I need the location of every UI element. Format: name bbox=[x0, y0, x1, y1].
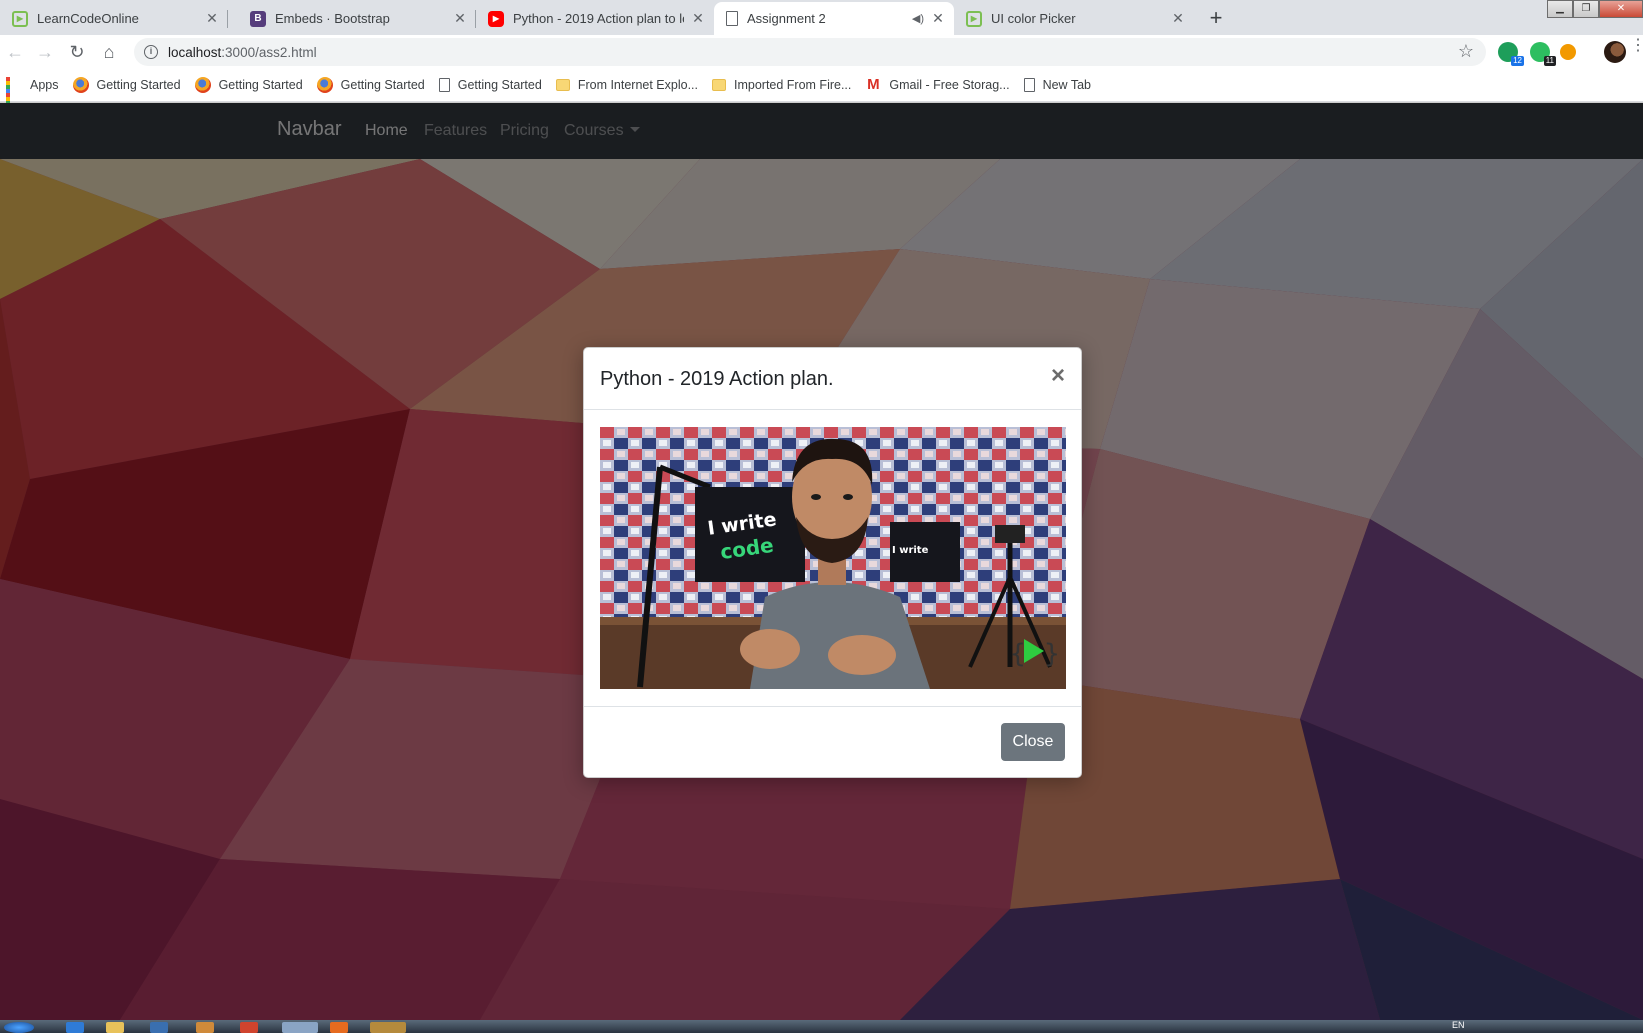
window-close-icon[interactable]: ✕ bbox=[1599, 0, 1643, 18]
minimize-icon[interactable]: ▁ bbox=[1547, 0, 1573, 18]
gmail-icon: M bbox=[867, 76, 880, 93]
tab-python-video[interactable]: ▶ Python - 2019 Action plan to lear ✕ bbox=[476, 2, 714, 35]
close-tab-icon[interactable]: ✕ bbox=[1170, 10, 1186, 27]
page-icon bbox=[438, 78, 450, 92]
learncodeonline-icon: ▶ bbox=[12, 10, 28, 27]
thumbnail-text-3: I write bbox=[892, 545, 929, 556]
bookmark-getting-started[interactable]: Getting Started bbox=[72, 77, 181, 93]
close-icon[interactable]: × bbox=[1051, 364, 1065, 388]
firefox-icon bbox=[194, 77, 211, 93]
key-extension-icon[interactable] bbox=[1560, 44, 1576, 60]
bookmark-star-icon[interactable]: ☆ bbox=[1458, 41, 1474, 62]
new-tab-button[interactable]: + bbox=[1202, 4, 1230, 32]
site-info-icon[interactable]: i bbox=[144, 45, 158, 59]
tab-title: Embeds · Bootstrap bbox=[275, 11, 390, 26]
start-orb-icon[interactable] bbox=[4, 1022, 34, 1033]
ie-taskbar-icon[interactable] bbox=[66, 1022, 84, 1033]
forward-arrow-icon[interactable]: → bbox=[32, 39, 58, 65]
app-taskbar-icon[interactable] bbox=[150, 1022, 168, 1033]
bookmark-apps[interactable]: Apps bbox=[6, 77, 59, 113]
apps-grid-icon bbox=[6, 77, 22, 113]
modal-footer: Close bbox=[584, 706, 1081, 779]
chrome-taskbar-icon[interactable] bbox=[282, 1022, 318, 1033]
reload-icon[interactable]: ↻ bbox=[64, 39, 90, 65]
tab-title: Assignment 2 bbox=[747, 11, 826, 26]
bookmark-getting-started[interactable]: Getting Started bbox=[194, 77, 303, 93]
home-icon[interactable]: ⌂ bbox=[96, 39, 122, 65]
profile-avatar[interactable] bbox=[1604, 41, 1626, 63]
tab-bootstrap-embeds[interactable]: B Embeds · Bootstrap ✕ bbox=[238, 2, 476, 35]
folder-icon bbox=[712, 79, 726, 91]
firefox-taskbar-icon[interactable] bbox=[330, 1022, 348, 1033]
explorer-taskbar-icon[interactable] bbox=[106, 1022, 124, 1033]
svg-text:}: } bbox=[1044, 639, 1060, 669]
kebab-menu-icon[interactable]: ⋮ bbox=[1630, 38, 1643, 54]
maximize-icon[interactable]: ❐ bbox=[1573, 0, 1599, 18]
browser-toolbar: ← → ↻ ⌂ i localhost:3000/ass2.html ☆ 12 … bbox=[0, 35, 1643, 69]
os-taskbar: EN bbox=[0, 1020, 1643, 1033]
close-tab-icon[interactable]: ✕ bbox=[452, 10, 468, 27]
close-tab-icon[interactable]: ✕ bbox=[930, 10, 946, 27]
bookmark-folder-firefox[interactable]: Imported From Fire... bbox=[712, 78, 851, 92]
modal-header: Python - 2019 Action plan. × bbox=[584, 348, 1081, 410]
video-thumbnail: I write code I write {} bbox=[600, 427, 1066, 689]
tab-title: Python - 2019 Action plan to lear bbox=[513, 11, 684, 26]
learncodeonline-icon: ▶ bbox=[966, 10, 982, 27]
close-tab-icon[interactable]: ✕ bbox=[204, 10, 220, 27]
app-taskbar-icon[interactable] bbox=[196, 1022, 214, 1033]
close-button[interactable]: Close bbox=[1001, 723, 1065, 761]
tab-learncodeonline[interactable]: ▶ LearnCodeOnline ✕ bbox=[0, 2, 228, 35]
window-controls: ▁ ❐ ✕ bbox=[1547, 0, 1643, 20]
bookmark-new-tab[interactable]: New Tab bbox=[1023, 78, 1091, 92]
tab-ui-color-picker[interactable]: ▶ UI color Picker ✕ bbox=[954, 2, 1194, 35]
folder-icon bbox=[555, 79, 570, 91]
url-text[interactable]: localhost:3000/ass2.html bbox=[168, 45, 317, 60]
evernote-extension-icon[interactable]: 11 bbox=[1530, 42, 1556, 66]
bookmark-getting-started[interactable]: Getting Started bbox=[316, 77, 425, 93]
back-arrow-icon[interactable]: ← bbox=[2, 39, 28, 65]
lco-logo: { bbox=[1010, 639, 1026, 669]
address-bar[interactable]: i localhost:3000/ass2.html ☆ bbox=[134, 38, 1486, 66]
language-indicator[interactable]: EN bbox=[1452, 1020, 1465, 1030]
audio-playing-icon[interactable]: ◀) bbox=[912, 12, 924, 25]
bookmark-folder-ie[interactable]: From Internet Explo... bbox=[555, 78, 698, 92]
bootstrap-icon: B bbox=[250, 10, 266, 27]
page-viewport: Navbar Home Features Pricing Courses Pyt… bbox=[0, 103, 1643, 1020]
tab-title: UI color Picker bbox=[991, 11, 1076, 26]
video-modal: Python - 2019 Action plan. × I write cod… bbox=[583, 347, 1082, 778]
bookmark-gmail[interactable]: M Gmail - Free Storag... bbox=[865, 77, 1009, 93]
youtube-icon: ▶ bbox=[488, 10, 504, 27]
embedded-video[interactable]: I write code I write {} bbox=[600, 427, 1066, 689]
close-tab-icon[interactable]: ✕ bbox=[690, 10, 706, 27]
bookmarks-bar: Apps Getting Started Getting Started Get… bbox=[0, 69, 1643, 113]
firefox-icon bbox=[316, 77, 333, 93]
page-icon bbox=[1023, 78, 1035, 92]
tab-title: LearnCodeOnline bbox=[37, 11, 139, 26]
grammarly-extension-icon[interactable]: 12 bbox=[1498, 42, 1524, 66]
tab-strip: ▶ LearnCodeOnline ✕ B Embeds · Bootstrap… bbox=[0, 0, 1643, 35]
sublime-taskbar-icon[interactable] bbox=[370, 1022, 406, 1033]
firefox-icon bbox=[72, 77, 89, 93]
page-icon bbox=[726, 11, 738, 26]
app-taskbar-icon[interactable] bbox=[240, 1022, 258, 1033]
tab-assignment-2[interactable]: Assignment 2 ◀) ✕ bbox=[714, 2, 954, 35]
modal-title: Python - 2019 Action plan. bbox=[600, 368, 834, 390]
bookmark-getting-started[interactable]: Getting Started bbox=[438, 78, 542, 92]
